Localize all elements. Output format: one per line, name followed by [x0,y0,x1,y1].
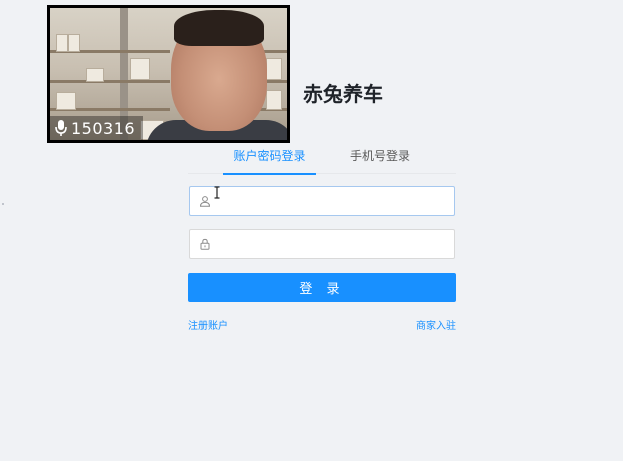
lock-icon [200,238,210,250]
background-box [86,68,104,82]
background-box [130,58,150,80]
login-button[interactable]: 登 录 [188,273,456,302]
user-icon [199,196,211,207]
login-tabs: 账户密码登录 手机号登录 [188,140,456,175]
register-account-link[interactable]: 注册账户 [188,317,228,332]
merchant-join-link[interactable]: 商家入驻 [416,317,456,332]
background-box [266,58,282,80]
background-dot [2,203,4,205]
text-cursor-icon [214,186,220,199]
microphone-icon [55,120,67,136]
person-hair [174,10,264,46]
tab-phone-login[interactable]: 手机号登录 [338,140,422,174]
background-book [56,34,68,52]
room-number: 150316 [71,118,136,138]
password-field[interactable] [189,229,455,259]
tab-account-password-login[interactable]: 账户密码登录 [223,140,316,175]
webcam-overlay[interactable]: 150316 [47,5,290,143]
background-box [56,92,76,110]
background-book [68,34,80,52]
username-input[interactable] [217,188,454,214]
background-shelf [50,80,170,83]
background-box [266,90,282,110]
webcam-caption: 150316 [50,116,144,140]
username-field[interactable] [189,186,455,216]
password-input[interactable] [217,231,454,257]
brand-title: 赤兔养车 [303,82,383,106]
